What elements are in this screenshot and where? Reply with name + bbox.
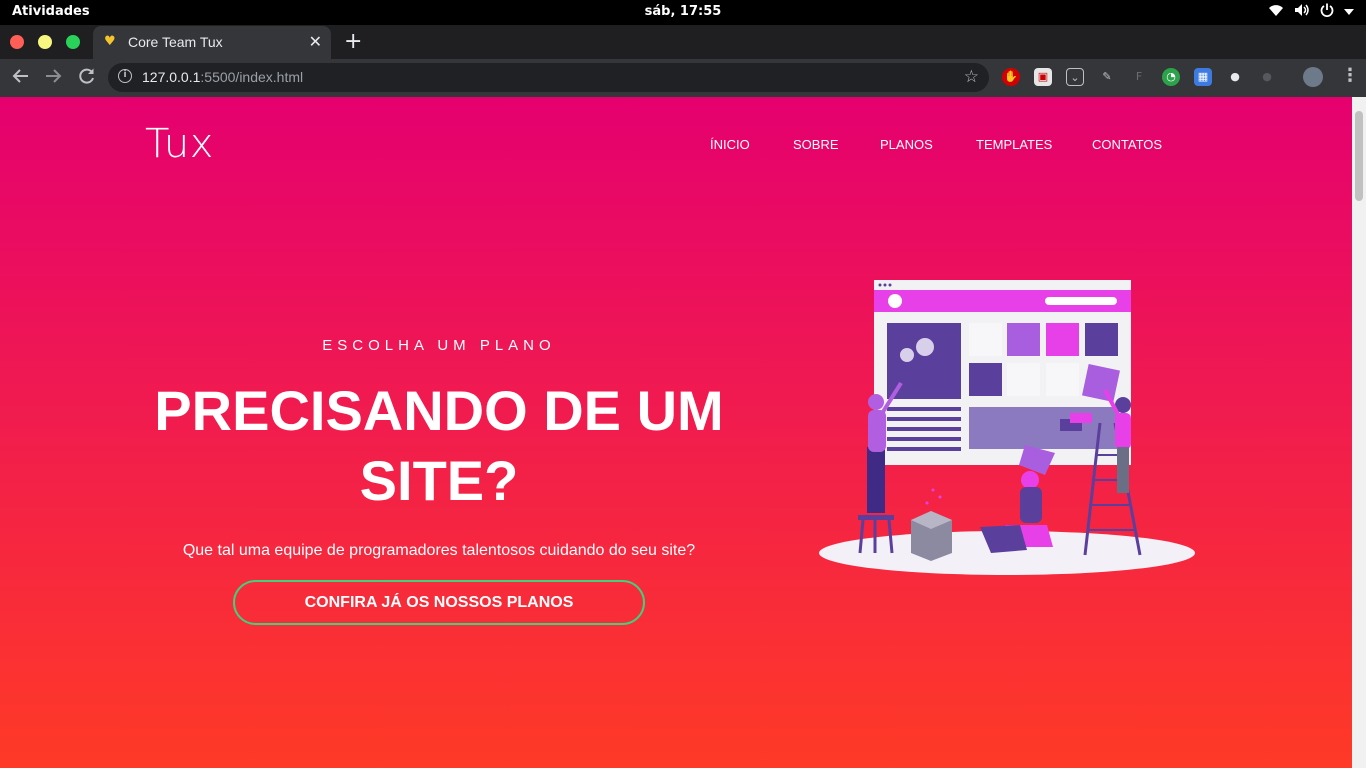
forward-arrow-icon[interactable] [44,67,62,90]
nav-link-templates[interactable]: TEMPLATES [976,137,1052,152]
nav-link-planos[interactable]: PLANOS [880,137,933,152]
hero-kicker: ESCOLHA UM PLANO [322,337,556,354]
browser-tab[interactable]: ♥ Core Team Tux ✕ [93,26,331,59]
font-extension-icon[interactable]: F [1130,68,1148,86]
hero-headline: PRECISANDO DE UM SITE? [150,376,728,516]
back-arrow-icon[interactable] [12,67,30,90]
browser-menu-icon[interactable]: ⋮ [1341,65,1359,86]
browser-toolbar: i 127.0.0.1:5500/index.html ☆ ✋ ▣ ⌄ ✎ F … [0,59,1366,97]
pen-extension-icon[interactable]: ✎ [1098,68,1116,86]
tab-title: Core Team Tux [128,34,223,50]
team-building-website-illustration [819,280,1195,575]
window-close-button[interactable] [10,35,24,49]
see-plans-button[interactable]: CONFIRA JÁ OS NOSSOS PLANOS [233,580,645,625]
extension-red-icon[interactable]: ▣ [1034,68,1052,86]
site-logo[interactable]: Tux [145,121,214,167]
volume-icon[interactable] [1294,3,1310,21]
new-tab-button[interactable]: + [344,29,362,54]
bookmark-star-icon[interactable]: ☆ [964,67,979,87]
nav-link-sobre[interactable]: SOBRE [793,137,839,152]
window-maximize-button[interactable] [66,35,80,49]
nav-link-contatos[interactable]: CONTATOS [1092,137,1162,152]
close-tab-icon[interactable]: ✕ [309,32,322,51]
compass-extension-icon[interactable]: ◔ [1162,68,1180,86]
web-page: Tux ÍNICIO SOBRE PLANOS TEMPLATES CONTAT… [0,97,1352,768]
github-icon[interactable]: ● [1226,68,1244,86]
clock: sáb, 17:55 [0,4,1366,19]
power-icon[interactable] [1320,3,1334,21]
system-top-bar: Atividades sáb, 17:55 [0,0,1366,25]
url-text[interactable]: 127.0.0.1:5500/index.html [142,69,303,85]
wifi-icon[interactable] [1268,3,1284,21]
pocket-icon[interactable]: ⌄ [1066,68,1084,86]
clock-text[interactable]: sáb, 17:55 [645,4,722,19]
window-minimize-button[interactable] [38,35,52,49]
system-tray[interactable] [1268,3,1354,21]
system-menu-arrow-icon[interactable] [1344,5,1354,20]
github-dim-icon[interactable]: ● [1258,68,1276,86]
activities-button[interactable]: Atividades [12,4,90,19]
yellow-heart-favicon-icon: ♥ [104,34,116,49]
address-bar[interactable]: i 127.0.0.1:5500/index.html ☆ [108,63,989,92]
adblock-extension-icon[interactable]: ✋ [1002,68,1020,86]
grid-extension-icon[interactable]: ▦ [1194,68,1212,86]
tab-strip: ♥ Core Team Tux ✕ + [0,25,1366,59]
site-info-icon[interactable]: i [118,69,132,83]
profile-avatar[interactable] [1303,67,1323,87]
scrollbar-thumb[interactable] [1355,111,1363,201]
hero-headline-line-1: PRECISANDO DE UM [154,379,724,442]
hero-headline-line-2: SITE? [359,449,519,512]
nav-link-inicio[interactable]: ÍNICIO [710,137,750,152]
hero-section: ESCOLHA UM PLANO PRECISANDO DE UM SITE? … [150,337,728,625]
hero-subtitle: Que tal uma equipe de programadores tale… [182,542,696,559]
reload-icon[interactable] [78,67,96,90]
page-scrollbar[interactable] [1352,97,1366,768]
